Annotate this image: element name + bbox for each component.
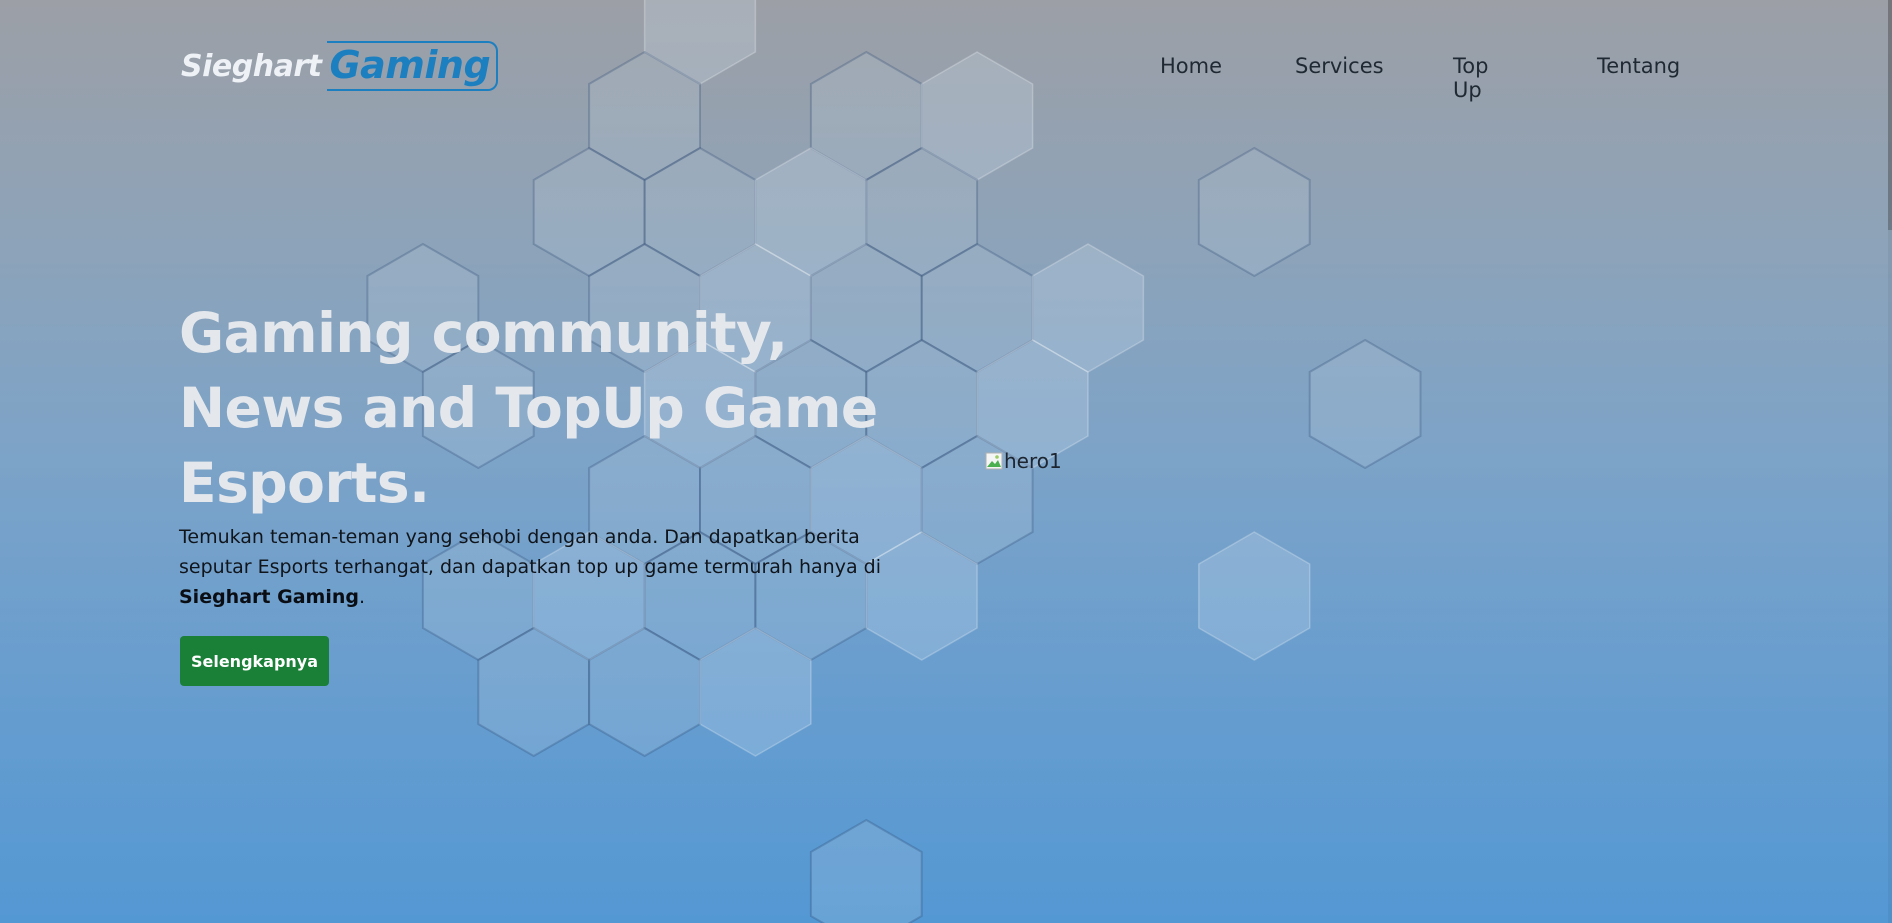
nav-link-home[interactable]: Home [1160,54,1222,78]
hero-description-end: . [358,586,365,608]
nav-link-top-up[interactable]: Top Up [1453,54,1488,102]
learn-more-button[interactable]: Selengkapnya [180,636,329,686]
broken-image-icon [985,452,1003,470]
hero-description-text: Temukan teman-teman yang sehobi dengan a… [179,526,881,578]
hero-title: Gaming community, News and TopUp Game Es… [179,296,939,521]
hexagon-tile [1198,531,1311,661]
hero-title-line-2: News and TopUp Game [179,376,878,440]
hexagon-tile [1308,338,1422,470]
hero-description-brand: Sieghart Gaming [179,586,359,608]
brand-logo[interactable]: Sieghart Gaming [181,38,499,94]
nav-link-tentang[interactable]: Tentang [1597,54,1680,78]
landing-page: Sieghart Gaming Home Services Top Up Ten… [0,0,1892,923]
hero-image-alt-text: hero1 [1004,449,1062,473]
hero-title-line-3: Esports. [179,451,430,515]
hero-description: Temukan teman-teman yang sehobi dengan a… [179,522,919,612]
hero-title-line-1: Gaming community, [179,301,788,365]
scrollbar-thumb[interactable] [1888,0,1892,230]
navbar: Sieghart Gaming Home Services Top Up Ten… [0,0,1892,140]
nav-link-services[interactable]: Services [1295,54,1384,78]
hexagon-tile [809,818,923,923]
brand-name-part2: Gaming [329,43,491,87]
hero-image: hero1 [985,448,1062,474]
hexagon-tile [1197,146,1311,278]
brand-name-box: Gaming [327,41,499,91]
page-scrollbar[interactable] [1888,0,1892,923]
brand-name-part1: Sieghart [181,48,322,84]
